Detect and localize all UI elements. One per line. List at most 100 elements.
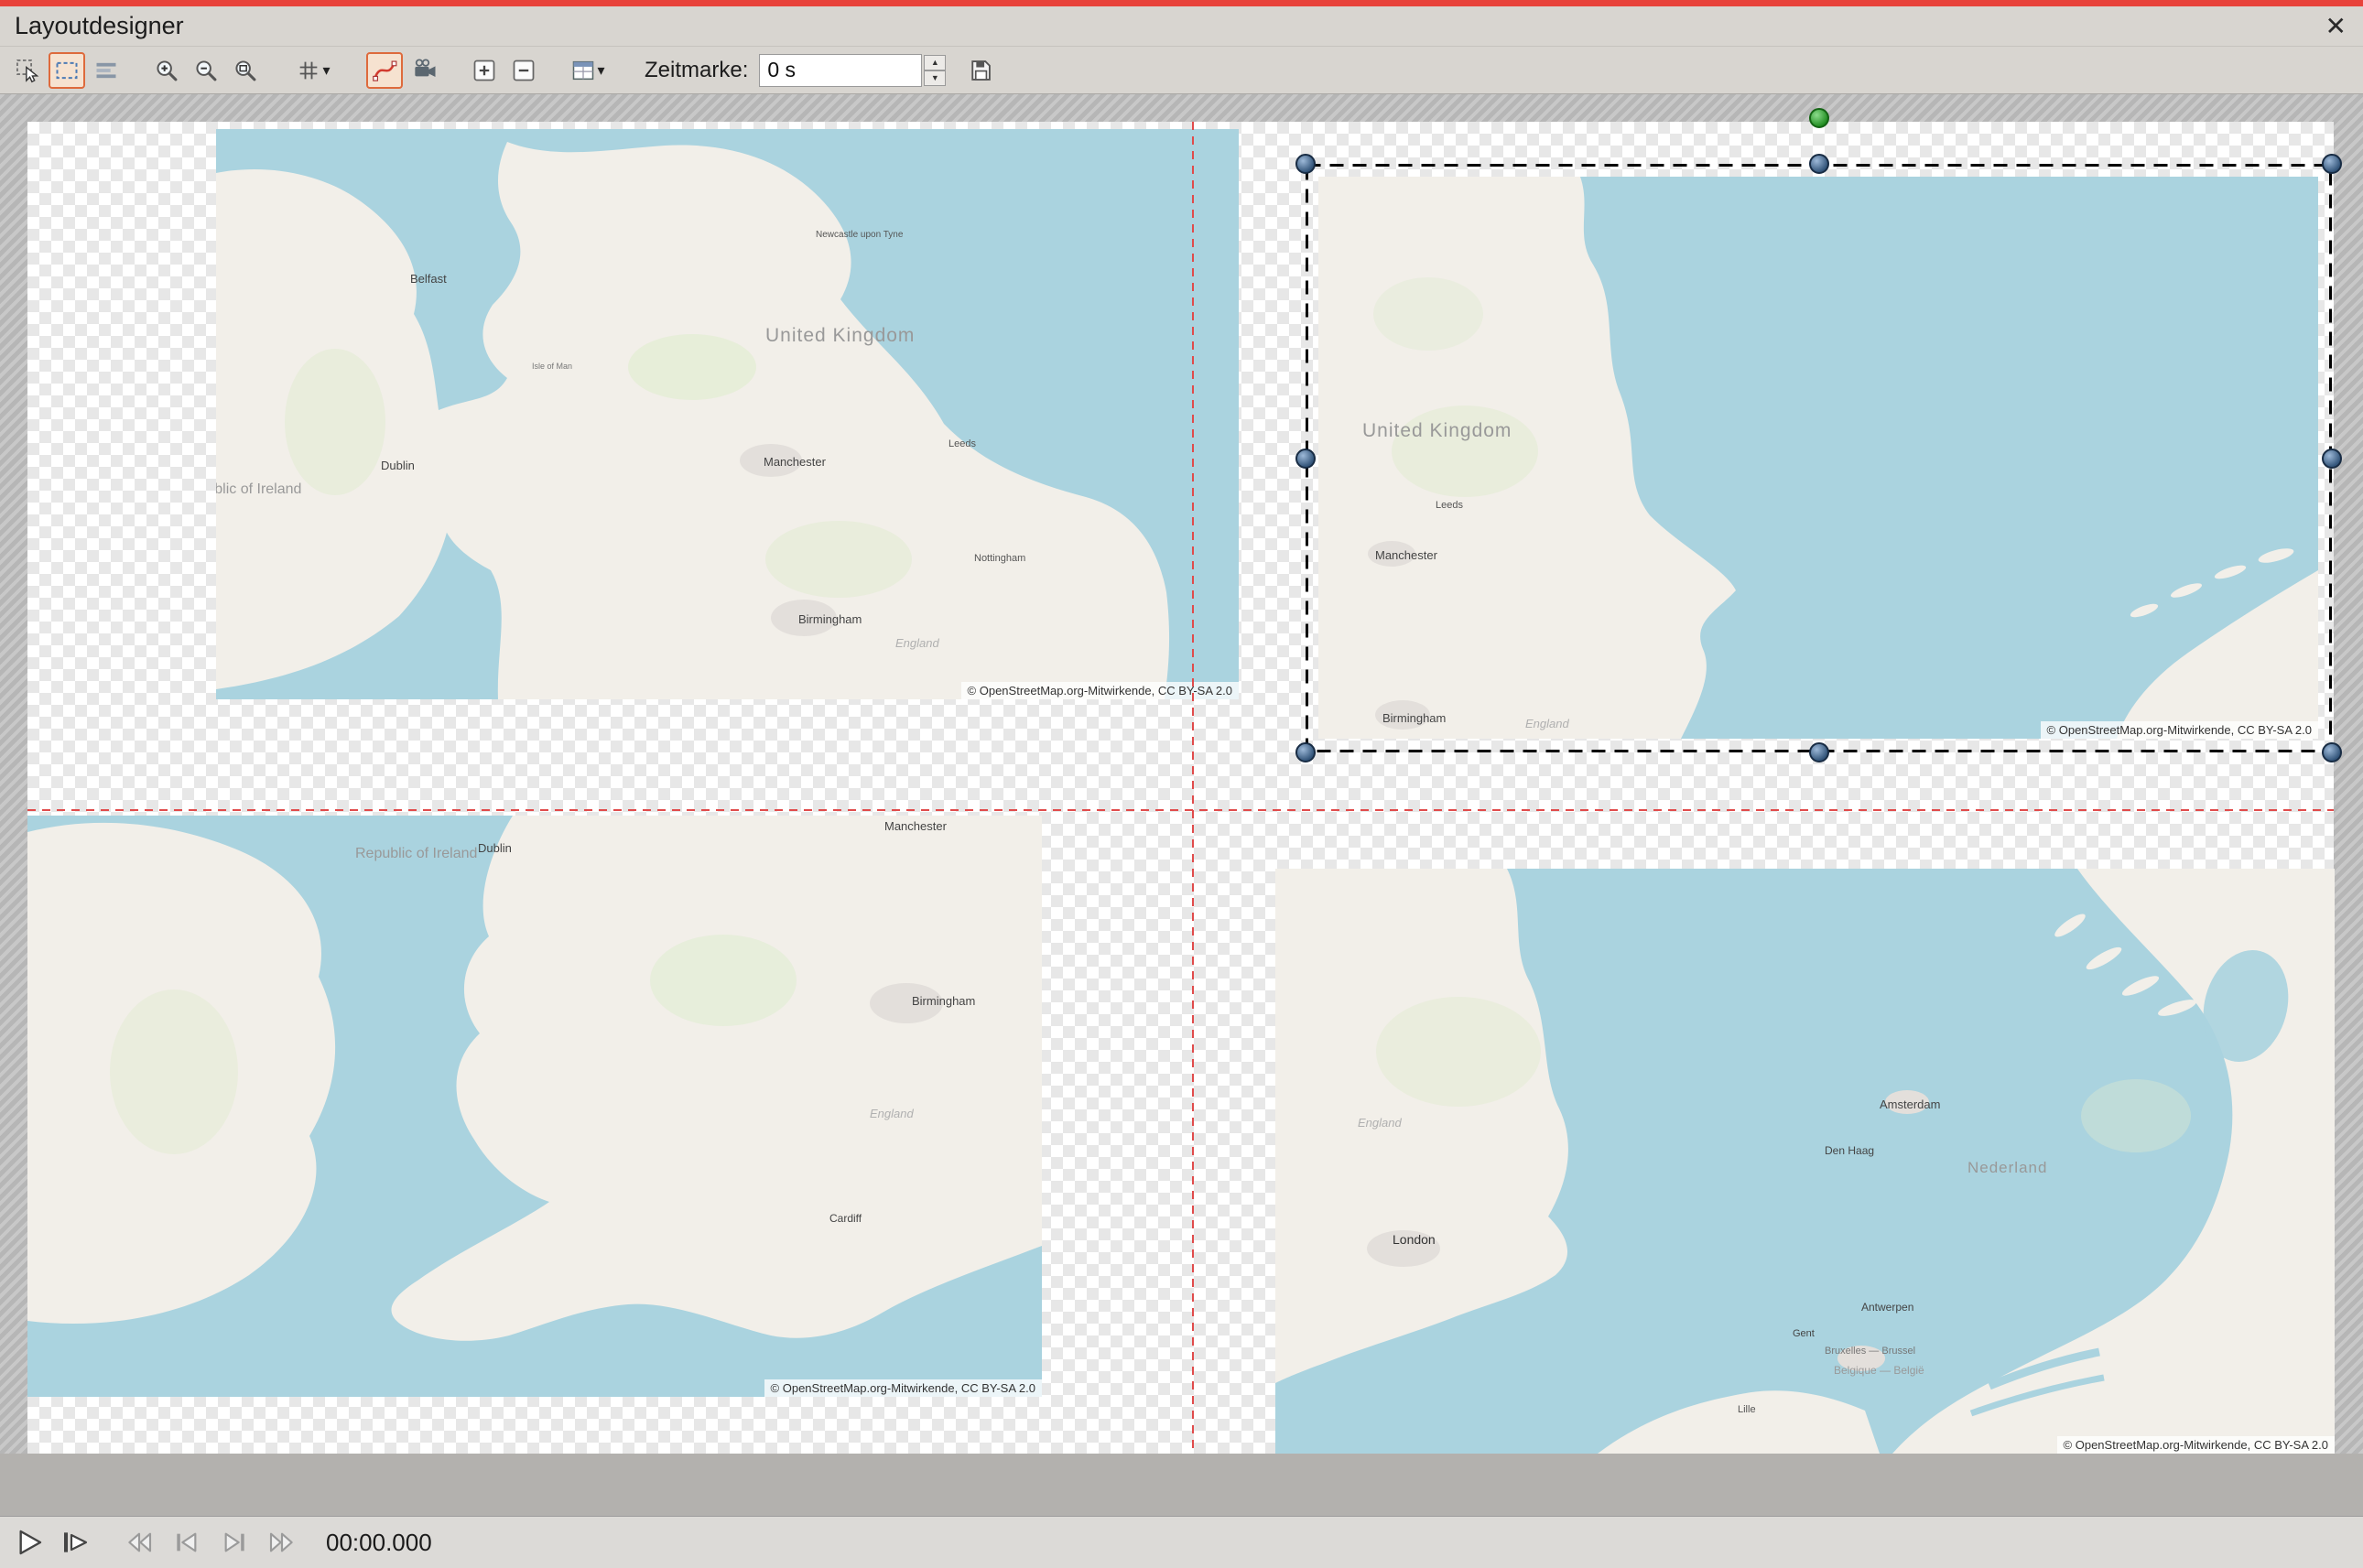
map-item-1[interactable]: United Kingdom Republic of Ireland Belfa… [216,129,1239,699]
terrain-patch [1392,406,1538,497]
map-label: Isle of Man [532,362,572,371]
terrain-patch [765,521,912,598]
play-from-marker-icon [60,1528,90,1557]
zoom-fit-icon [233,58,258,83]
layoutdesigner-window: Layoutdesigner ✕ [0,0,2363,1567]
grid-icon [296,58,321,83]
map-label: Gent [1793,1328,1815,1339]
resize-handle-mid-left[interactable] [1295,449,1316,469]
spin-up-icon[interactable]: ▲ [924,55,946,70]
layers-icon [93,58,119,83]
map-label: Manchester [884,819,948,833]
resize-handle-top-left[interactable] [1295,154,1316,174]
map-item-3[interactable]: Republic of Ireland Dublin Manchester Bi… [27,816,1042,1397]
resize-handle-top-right[interactable] [2322,154,2342,174]
save-button[interactable] [962,52,999,89]
skip-to-end-icon [267,1528,297,1557]
guide-horizontal [27,809,2334,811]
map-item-4[interactable]: London England Amsterdam Den Haag Nederl… [1275,869,2335,1454]
toolbar: ▾ [0,47,2363,94]
layout-options-button[interactable]: ▾ [562,52,613,89]
selection-tool-button[interactable] [9,52,46,89]
camera-icon [413,58,439,83]
osm-attribution: © OpenStreetMap.org-Mitwirkende, CC BY-S… [2041,721,2318,739]
play-button[interactable] [9,1522,49,1563]
skip-to-start-button[interactable] [119,1522,159,1563]
chevron-down-icon: ▾ [597,61,604,80]
zoom-out-icon [193,58,219,83]
accent-bar [0,0,2363,6]
map-label: Belfast [410,272,447,286]
map-label: Republic of Ireland [216,481,301,497]
map-label: Amsterdam [1880,1098,1940,1111]
play-icon [15,1528,44,1557]
motion-path-button[interactable] [366,52,403,89]
map4-graphic: London England Amsterdam Den Haag Nederl… [1275,869,2335,1454]
terrain-patch [2081,1079,2191,1152]
selected-item[interactable]: United Kingdom Manchester Leeds Birmingh… [1306,164,2332,752]
zoom-in-button[interactable] [148,52,185,89]
marquee-icon [54,58,80,83]
transport-bar: 00:00.000 [0,1516,2363,1568]
titlebar: Layoutdesigner ✕ [0,6,2363,47]
rotation-handle[interactable] [1809,108,1829,128]
map-item-2[interactable]: United Kingdom Manchester Leeds Birmingh… [1318,177,2318,739]
spin-down-icon[interactable]: ▼ [924,70,946,86]
close-icon[interactable]: ✕ [2325,14,2347,39]
canvas-margin [0,1454,2363,1516]
resize-handle-bottom-center[interactable] [1809,742,1829,762]
canvas-area[interactable]: United Kingdom Republic of Ireland Belfa… [0,94,2363,1516]
map-label: Den Haag [1825,1144,1874,1157]
map-label: Birmingham [1382,711,1446,725]
play-from-marker-button[interactable] [55,1522,95,1563]
terrain-patch [1373,277,1483,351]
resize-handle-bottom-right[interactable] [2322,742,2342,762]
next-frame-button[interactable] [214,1522,255,1563]
map-label: United Kingdom [1362,420,1512,441]
chevron-down-icon: ▾ [322,61,330,80]
map-label: England [870,1107,914,1120]
map-label: Nottingham [974,553,1025,564]
land-shape-wales-england [392,816,1042,1341]
selection-cursor-icon [15,58,40,83]
map-label: Dublin [478,841,512,855]
map2-graphic: United Kingdom Manchester Leeds Birmingh… [1318,177,2318,739]
resize-handle-top-center[interactable] [1809,154,1829,174]
prev-frame-icon [172,1528,201,1557]
add-button[interactable] [466,52,503,89]
resize-handle-mid-right[interactable] [2322,449,2342,469]
map-label: England [895,636,939,650]
terrain-patch [628,334,756,400]
prev-frame-button[interactable] [167,1522,207,1563]
resize-handle-bottom-left[interactable] [1295,742,1316,762]
map-label: Newcastle upon Tyne [816,230,904,240]
map-label: London [1393,1232,1436,1247]
map-label: England [1525,717,1569,730]
camera-pan-button[interactable] [407,52,444,89]
map-label: Cardiff [829,1212,862,1225]
map-label: Manchester [764,455,827,469]
zoom-in-icon [154,58,179,83]
map-label: Lille [1738,1404,1756,1415]
zoom-fit-button[interactable] [227,52,264,89]
skip-to-start-icon [125,1528,154,1557]
remove-button[interactable] [505,52,542,89]
map-label: Republic of Ireland [355,846,477,861]
map1-graphic: United Kingdom Republic of Ireland Belfa… [216,129,1239,699]
next-frame-icon [220,1528,249,1557]
map-label: Manchester [1375,548,1438,562]
grid-settings-button[interactable]: ▾ [287,52,339,89]
zeitmarke-input[interactable] [759,54,922,87]
save-icon [968,58,993,83]
object-list-button[interactable] [88,52,125,89]
plus-icon [472,58,497,83]
map-label: Belgique — België [1834,1364,1924,1377]
window-title: Layoutdesigner [15,12,184,40]
terrain-patch [110,989,238,1154]
zoom-out-button[interactable] [188,52,224,89]
marquee-tool-button[interactable] [49,52,85,89]
map-label: United Kingdom [765,325,915,346]
terrain-patch [1376,997,1541,1107]
osm-attribution: © OpenStreetMap.org-Mitwirkende, CC BY-S… [2057,1436,2335,1454]
skip-to-end-button[interactable] [262,1522,302,1563]
